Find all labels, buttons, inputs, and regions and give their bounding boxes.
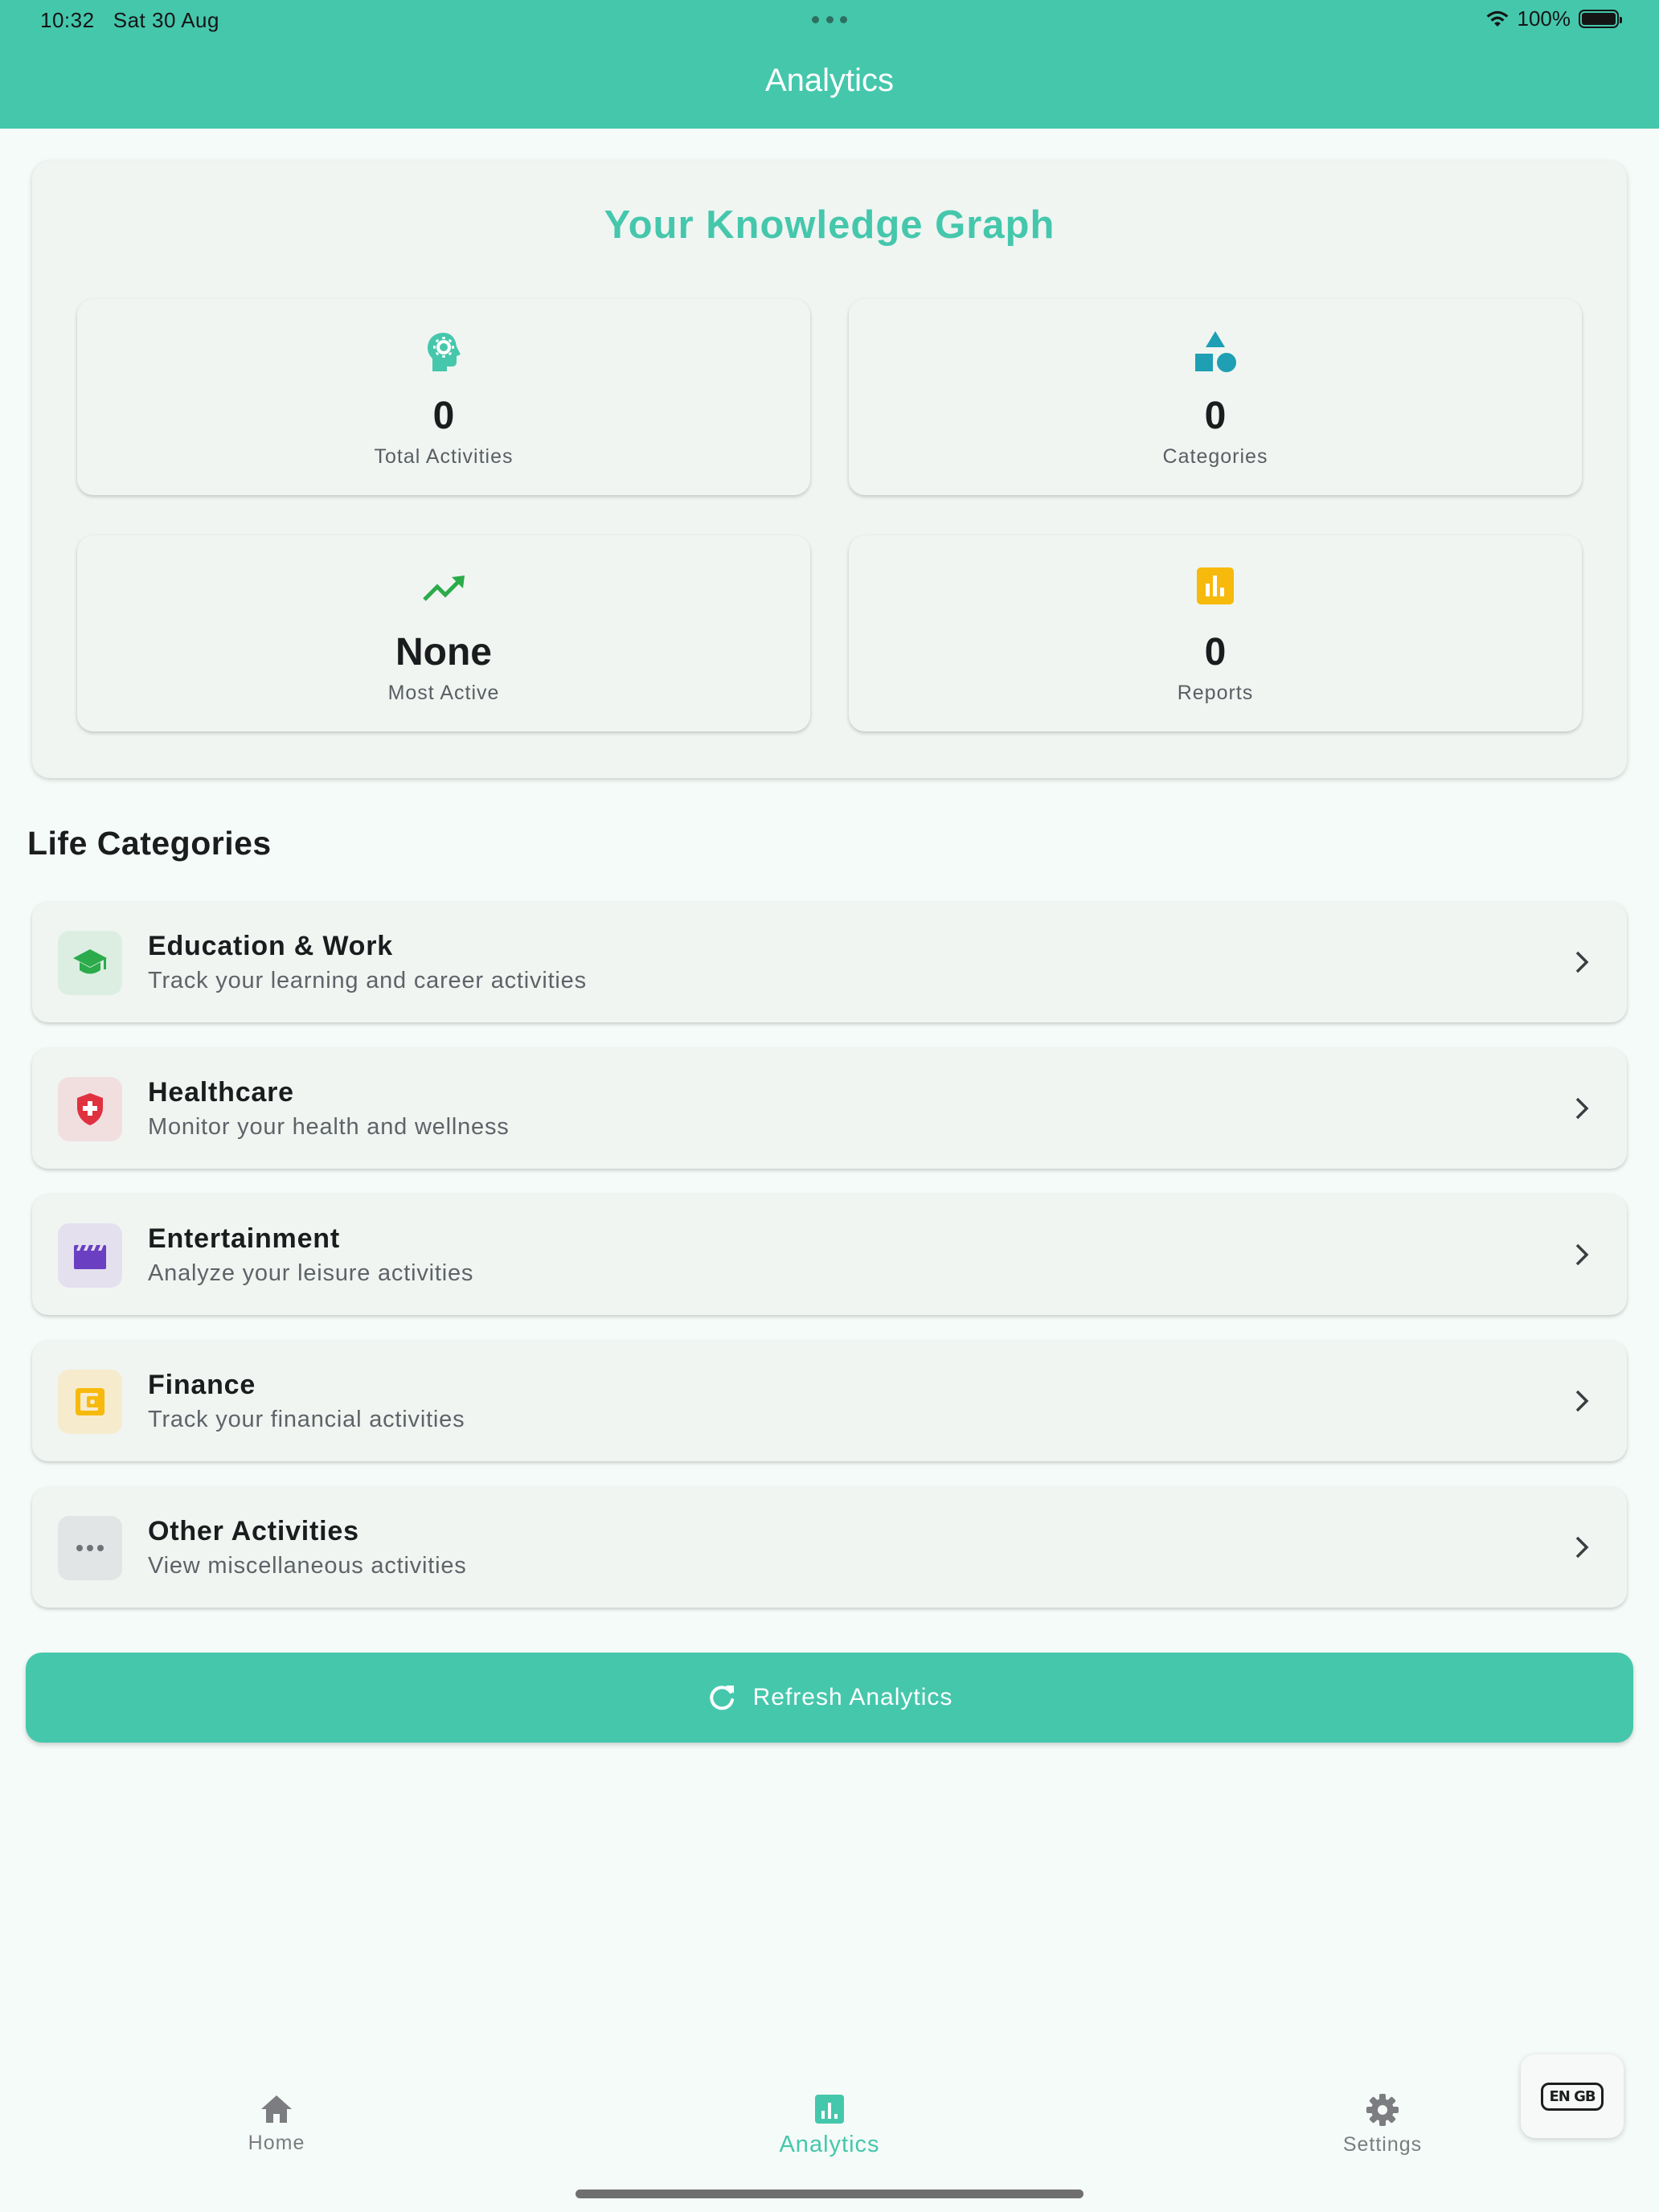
chevron-right-icon xyxy=(1575,951,1589,973)
chevron-right-icon xyxy=(1575,1536,1589,1559)
refresh-icon xyxy=(709,1686,734,1710)
stat-value: 0 xyxy=(432,395,455,437)
category-entertainment[interactable]: Entertainment Analyze your leisure activ… xyxy=(32,1194,1627,1315)
stat-label: Reports xyxy=(1177,682,1254,704)
keyboard-language-button[interactable]: EN GB xyxy=(1521,2054,1624,2138)
refresh-button-label: Refresh Analytics xyxy=(752,1684,953,1710)
chevron-right-icon xyxy=(1575,1097,1589,1120)
category-title: Other Activities xyxy=(148,1516,359,1546)
stat-label: Categories xyxy=(1162,445,1268,468)
category-title: Finance xyxy=(148,1370,256,1400)
stat-categories: 0 Categories xyxy=(849,299,1582,495)
app-header: 10:32 Sat 30 Aug 100% Analytics xyxy=(0,0,1659,129)
chevron-right-icon xyxy=(1575,1243,1589,1266)
category-healthcare[interactable]: Healthcare Monitor your health and welln… xyxy=(32,1048,1627,1169)
language-label: EN GB xyxy=(1541,2082,1604,2111)
category-subtitle: Track your financial activities xyxy=(148,1407,465,1432)
nav-label: Home xyxy=(248,2132,305,2154)
home-icon xyxy=(261,2095,292,2123)
category-title: Healthcare xyxy=(148,1077,294,1108)
nav-analytics[interactable]: Analytics xyxy=(733,2093,926,2158)
category-subtitle: View miscellaneous activities xyxy=(148,1553,467,1579)
more-horizontal-icon xyxy=(76,1545,104,1551)
bar-chart-icon xyxy=(1197,567,1234,604)
graduation-cap-icon xyxy=(73,949,107,974)
category-icon-container xyxy=(58,1370,122,1434)
status-indicators: 100% xyxy=(1485,6,1622,31)
home-indicator[interactable] xyxy=(576,2189,1083,2198)
nav-label: Settings xyxy=(1342,2133,1423,2156)
nav-label: Analytics xyxy=(779,2132,880,2157)
status-time: 10:32 Sat 30 Aug xyxy=(40,8,219,32)
nav-home[interactable]: Home xyxy=(180,2093,373,2155)
category-title: Entertainment xyxy=(148,1223,340,1254)
nav-settings[interactable]: Settings xyxy=(1286,2093,1479,2157)
health-shield-icon xyxy=(77,1093,103,1125)
stat-most-active: None Most Active xyxy=(77,535,810,731)
stat-value: 0 xyxy=(1204,631,1227,674)
category-shapes-icon xyxy=(1195,331,1236,372)
category-other-activities[interactable]: Other Activities View miscellaneous acti… xyxy=(32,1487,1627,1608)
stat-total-activities: 0 Total Activities xyxy=(77,299,810,495)
chevron-right-icon xyxy=(1575,1390,1589,1412)
life-categories-heading: Life Categories xyxy=(27,825,272,862)
wifi-icon xyxy=(1486,10,1508,27)
trending-up-icon xyxy=(423,576,465,601)
multitasking-dots[interactable] xyxy=(812,16,847,23)
battery-percent: 100% xyxy=(1517,6,1571,31)
stat-label: Total Activities xyxy=(374,445,514,468)
gear-icon xyxy=(1366,2094,1399,2126)
category-icon-container xyxy=(58,1516,122,1580)
wallet-icon xyxy=(76,1388,104,1415)
page-title: Analytics xyxy=(764,63,895,98)
category-subtitle: Monitor your health and wellness xyxy=(148,1114,510,1140)
knowledge-graph-card: Your Knowledge Graph 0 Total Activities xyxy=(32,161,1627,778)
analytics-icon xyxy=(815,2095,844,2124)
category-subtitle: Analyze your leisure activities xyxy=(148,1260,474,1286)
stat-value: None xyxy=(395,631,492,674)
category-icon-container xyxy=(58,1223,122,1288)
psychology-icon xyxy=(428,333,461,371)
category-subtitle: Track your learning and career activitie… xyxy=(148,968,587,993)
refresh-analytics-button[interactable]: Refresh Analytics xyxy=(26,1653,1633,1743)
battery-icon xyxy=(1579,10,1622,28)
category-icon-container xyxy=(58,1077,122,1141)
category-title: Education & Work xyxy=(148,931,393,961)
category-finance[interactable]: Finance Track your financial activities xyxy=(32,1341,1627,1461)
stat-value: 0 xyxy=(1204,395,1227,437)
knowledge-graph-title: Your Knowledge Graph xyxy=(604,203,1055,247)
stat-label: Most Active xyxy=(387,682,500,704)
category-education-work[interactable]: Education & Work Track your learning and… xyxy=(32,902,1627,1022)
clapperboard-icon xyxy=(74,1245,106,1269)
stat-reports: 0 Reports xyxy=(849,535,1582,731)
category-icon-container xyxy=(58,931,122,995)
